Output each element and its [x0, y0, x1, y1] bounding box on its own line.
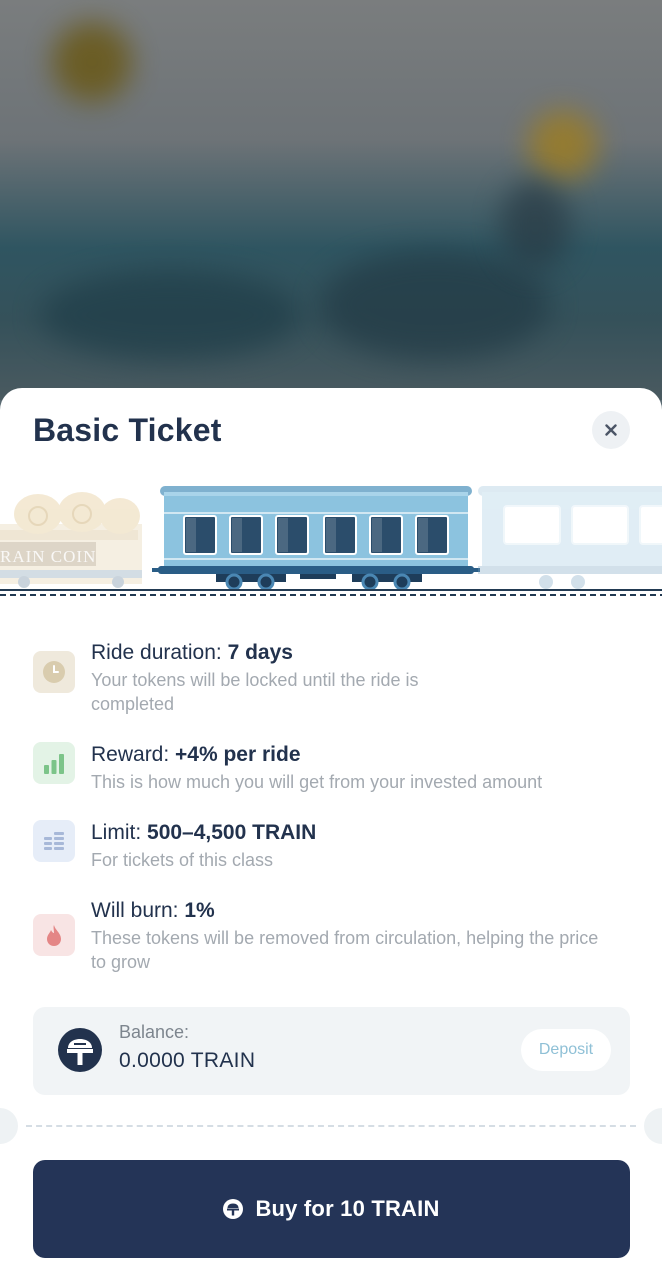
coin-wagon	[0, 492, 142, 588]
info-icon-box	[33, 651, 75, 693]
info-value: 500–4,500 TRAIN	[147, 821, 317, 844]
clock-icon	[43, 661, 65, 683]
info-label: Will burn:	[91, 899, 185, 922]
train-token-icon	[223, 1199, 244, 1219]
bar-chart-icon	[44, 754, 64, 774]
balance-card: Balance: 0.0000 TRAIN Deposit	[33, 1007, 630, 1095]
info-label: Reward:	[91, 743, 176, 766]
close-icon	[605, 424, 617, 436]
close-button[interactable]	[592, 411, 630, 449]
info-value: +4% per ride	[175, 743, 301, 766]
flame-icon	[47, 925, 61, 946]
info-description: These tokens will be removed from circul…	[91, 928, 599, 972]
info-value: 1%	[184, 899, 215, 922]
train-token-icon	[58, 1028, 102, 1072]
buy-button-label: Buy for 10 TRAIN	[255, 1196, 440, 1221]
deposit-button[interactable]: Deposit	[521, 1029, 611, 1071]
coin-stack-icon	[44, 832, 64, 850]
buy-button[interactable]: Buy for 10 TRAIN	[33, 1160, 630, 1258]
ticket-divider	[0, 1108, 662, 1144]
ticket-notch-right	[644, 1108, 662, 1144]
ticket-notch-left	[0, 1108, 18, 1144]
info-icon-box	[33, 820, 75, 862]
info-description: This is how much you will get from your …	[91, 772, 543, 792]
info-icon-box	[33, 742, 75, 784]
ticket-sheet: Basic Ticket RAIN COIN Ride duration: 7 …	[0, 388, 662, 1280]
info-label: Limit:	[91, 821, 148, 844]
info-label: Ride duration:	[91, 641, 228, 664]
info-value: 7 days	[227, 641, 293, 664]
sheet-title: Basic Ticket	[33, 412, 222, 448]
balance-value: 0.0000 TRAIN	[119, 1049, 256, 1072]
info-description: For tickets of this class	[91, 850, 274, 870]
train-illustration: RAIN COIN	[0, 478, 662, 608]
next-car	[478, 486, 662, 589]
passenger-car	[152, 486, 480, 591]
info-icon-box	[33, 914, 75, 956]
wagon-label: RAIN COIN	[0, 547, 96, 566]
dashed-separator	[26, 1125, 636, 1127]
info-description: Your tokens will be locked until the rid…	[91, 670, 419, 714]
balance-label: Balance:	[119, 1022, 190, 1042]
blurred-background	[0, 0, 662, 400]
